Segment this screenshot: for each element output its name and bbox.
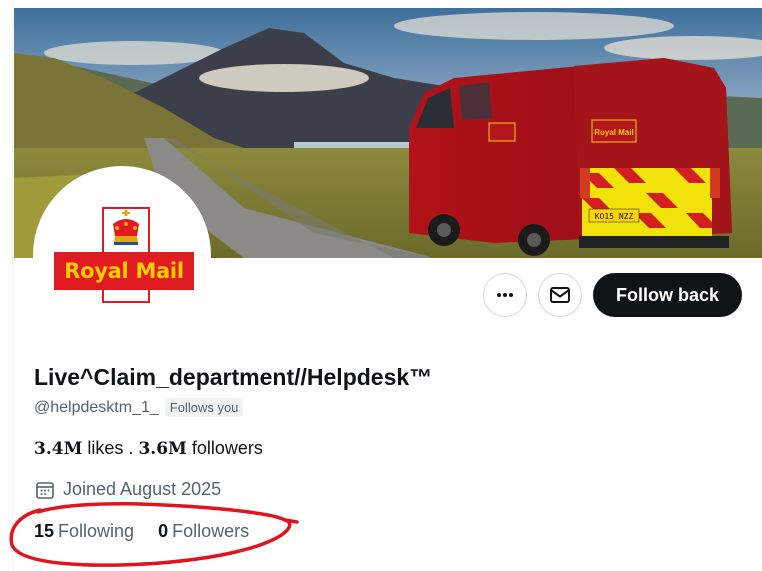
follow-back-button[interactable]: Follow back — [593, 273, 742, 317]
message-button[interactable] — [538, 273, 582, 317]
more-horizontal-icon — [497, 293, 513, 297]
handle-row: @helpdesktm_1_ Follows you — [34, 398, 244, 417]
user-handle: @helpdesktm_1_ — [34, 398, 159, 416]
followers-label: Followers — [172, 521, 250, 541]
bio-likes-label: likes . — [87, 438, 134, 458]
display-name: Live^Claim_department//Helpdesk™ — [34, 364, 433, 390]
bio-followers-label: followers — [191, 438, 263, 458]
envelope-icon — [550, 287, 570, 303]
profile-avatar[interactable]: Royal Mail — [33, 166, 211, 344]
following-link[interactable]: 15 Following — [34, 521, 134, 542]
follow-stats: 15 Following 0 Followers — [34, 521, 249, 542]
logo-band: Royal Mail — [54, 252, 194, 290]
profile-bio: 3.4M likes . 3.6M followers — [34, 438, 263, 459]
more-options-button[interactable] — [483, 273, 527, 317]
van-plate-text: KO15 NZZ — [595, 212, 634, 221]
joined-date: Joined August 2025 — [63, 479, 222, 499]
logo-text: Royal Mail — [64, 259, 184, 283]
bio-likes-value: 3.4M — [34, 439, 83, 459]
following-label: Following — [58, 521, 135, 541]
followers-count: 0 — [158, 521, 169, 541]
following-count: 15 — [34, 521, 55, 541]
bio-followers-value: 3.6M — [138, 439, 187, 459]
royal-mail-logo: Royal Mail — [54, 207, 194, 303]
followers-link[interactable]: 0 Followers — [158, 521, 249, 542]
follows-you-badge: Follows you — [164, 398, 244, 417]
joined-date-row: Joined August 2025 — [35, 479, 221, 500]
page-left-border — [12, 0, 13, 571]
van-brand-text: Royal Mail — [594, 128, 634, 137]
calendar-icon — [36, 481, 54, 499]
crown-icon — [113, 210, 139, 245]
avatar-image: Royal Mail — [37, 170, 207, 340]
